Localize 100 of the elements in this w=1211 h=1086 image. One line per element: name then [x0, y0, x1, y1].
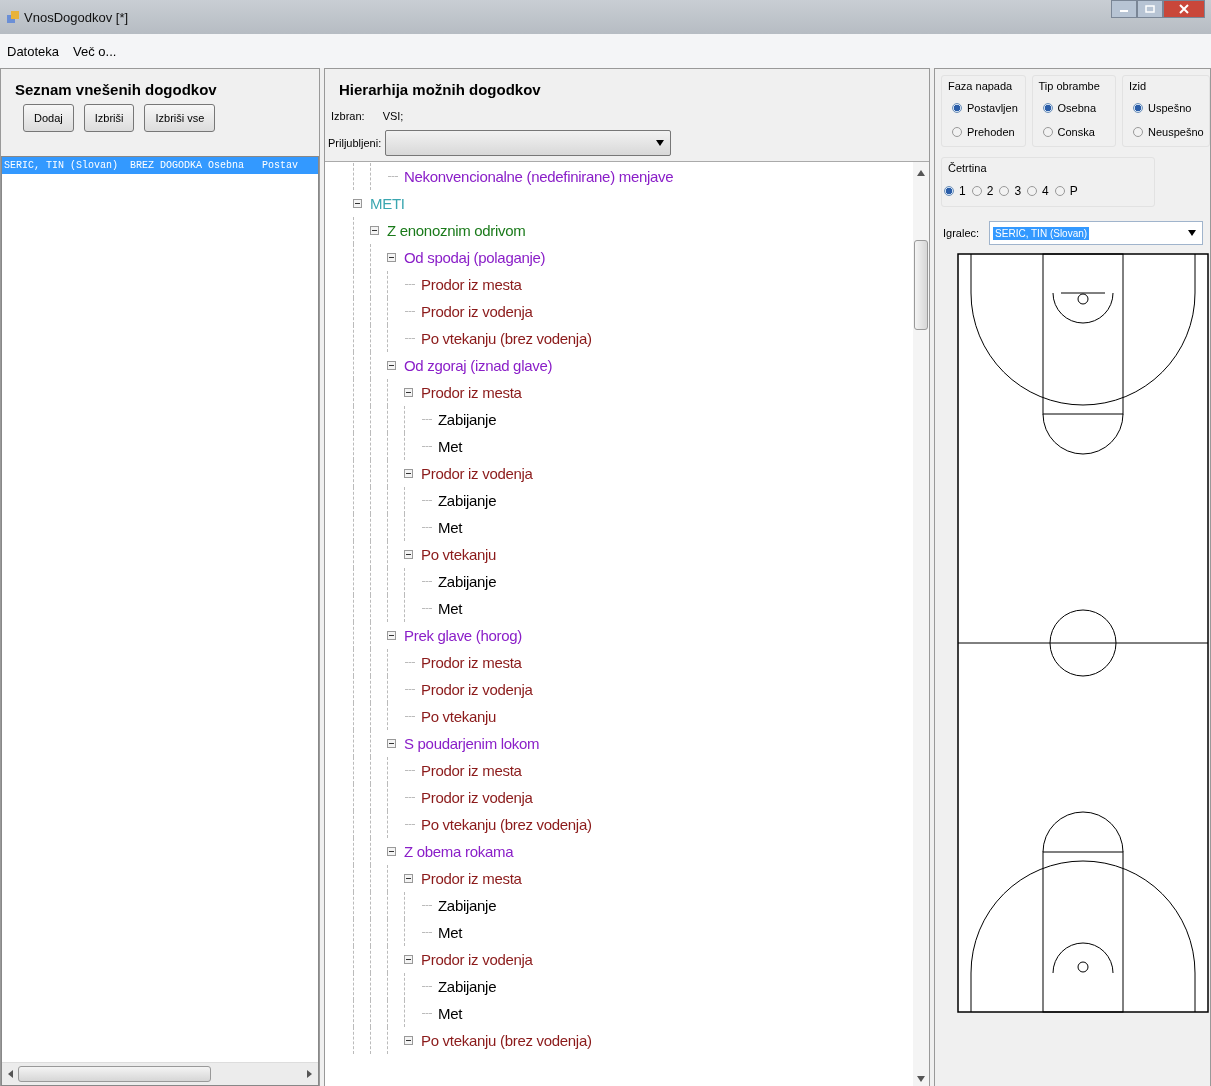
radio-label: Conska — [1057, 126, 1095, 138]
tree-item[interactable]: Prodor iz vodenja — [421, 789, 533, 806]
court-drawing[interactable] — [957, 253, 1209, 1013]
radio-label: 4 — [1042, 184, 1049, 198]
collapse-icon[interactable] — [387, 847, 396, 856]
tree-item[interactable]: Prodor iz vodenja — [421, 951, 533, 968]
radio-button[interactable] — [952, 103, 962, 113]
selected-label: Izbran: — [331, 110, 365, 122]
tree-item[interactable]: Prodor iz vodenja — [421, 465, 533, 482]
collapse-icon[interactable] — [404, 469, 413, 478]
scroll-right-icon[interactable] — [306, 1070, 312, 1078]
tree-item[interactable]: Prodor iz mesta — [421, 276, 522, 293]
group-title: Faza napada — [948, 80, 1014, 92]
scroll-down-icon[interactable] — [917, 1076, 925, 1082]
tree-item[interactable]: Met — [438, 1005, 463, 1022]
maximize-icon — [1145, 5, 1155, 13]
tree-item[interactable]: Po vtekanju — [421, 708, 497, 725]
radio-button[interactable] — [1027, 186, 1038, 196]
radio-label: P — [1069, 184, 1078, 198]
collapse-icon[interactable] — [387, 253, 396, 262]
collapse-icon[interactable] — [353, 199, 362, 208]
radio-label: 1 — [959, 184, 966, 198]
radio-button[interactable] — [1133, 103, 1143, 113]
radio-button[interactable] — [1042, 103, 1053, 113]
menu-item[interactable]: Datoteka — [7, 43, 60, 59]
group-title: Četrtina — [948, 162, 988, 174]
tree-item[interactable]: Met — [438, 438, 463, 455]
collapse-icon[interactable] — [404, 955, 413, 964]
radio-label: Osebna — [1057, 102, 1097, 114]
tree-item[interactable]: Nekonvencionalne (nedefinirane) menjave — [404, 168, 674, 185]
radio-button[interactable] — [971, 186, 982, 196]
scrollbar-thumb[interactable] — [914, 240, 928, 330]
collapse-icon[interactable] — [387, 361, 396, 370]
tree-item[interactable]: S poudarjenim lokom — [404, 735, 540, 752]
player-label: Igralec: — [943, 227, 980, 239]
collapse-icon[interactable] — [404, 550, 413, 559]
maximize-button[interactable] — [1137, 0, 1163, 18]
dropdown-arrow-icon — [656, 140, 665, 146]
tree-item[interactable]: Prodor iz mesta — [421, 870, 522, 887]
tree-item[interactable]: Z obema rokama — [404, 843, 514, 860]
radio-button[interactable] — [1133, 127, 1143, 137]
toolbar-button[interactable]: Dodaj — [23, 104, 74, 132]
radio-button[interactable] — [944, 186, 954, 196]
tree-item[interactable]: Prodor iz vodenja — [421, 681, 533, 698]
radio-label: Postavljen — [967, 102, 1018, 114]
selected-value: VSI; — [382, 110, 404, 122]
panel-title: Hierarhija možnih dogodkov — [338, 80, 542, 98]
tree-item[interactable]: Po vtekanju (brez vodenja) — [421, 816, 592, 833]
collapse-icon[interactable] — [370, 226, 379, 235]
tree-item[interactable]: Prodor iz mesta — [421, 384, 522, 401]
tree-item[interactable]: Prek glave (horog) — [404, 627, 522, 644]
tree-item[interactable]: Od zgoraj (iznad glave) — [404, 357, 553, 374]
menu-item[interactable]: Več o... — [73, 43, 117, 59]
tree-item[interactable]: Od spodaj (polaganje) — [404, 249, 546, 266]
tree-item[interactable]: Zabijanje — [438, 573, 497, 590]
minimize-button[interactable] — [1111, 0, 1137, 18]
collapse-icon[interactable] — [404, 874, 413, 883]
collapse-icon[interactable] — [404, 1036, 413, 1045]
group-title: Izid — [1129, 80, 1148, 92]
close-icon — [1179, 4, 1189, 14]
tree-item[interactable]: Prodor iz mesta — [421, 762, 522, 779]
tree-item[interactable]: Prodor iz vodenja — [421, 303, 533, 320]
collapse-icon[interactable] — [387, 631, 396, 640]
toolbar-button[interactable]: Izbriši — [83, 104, 135, 132]
toolbar-button[interactable]: Izbriši vse — [144, 104, 216, 132]
tree-item[interactable]: Po vtekanju (brez vodenja) — [421, 1032, 592, 1049]
scrollbar-thumb[interactable] — [18, 1066, 212, 1082]
tree-item[interactable]: Met — [438, 519, 463, 536]
favorites-dropdown[interactable] — [385, 130, 672, 156]
tree-item[interactable]: Po vtekanju — [421, 546, 497, 563]
dropdown-arrow-icon — [1188, 230, 1197, 236]
radio-label: Uspešno — [1148, 102, 1192, 114]
favorites-label: Priljubljeni: — [328, 137, 382, 149]
radio-button[interactable] — [999, 186, 1010, 196]
radio-label: Prehoden — [967, 126, 1015, 138]
tree-item[interactable]: Met — [438, 600, 463, 617]
horizontal-scrollbar[interactable] — [2, 1062, 318, 1085]
tree-item[interactable]: Zabijanje — [438, 411, 497, 428]
group-title: Tip obrambe — [1038, 80, 1101, 92]
collapse-icon[interactable] — [404, 388, 413, 397]
tree-item[interactable]: Z enonoznim odrivom — [387, 222, 526, 239]
scroll-left-icon[interactable] — [8, 1070, 14, 1078]
radio-label: 3 — [1014, 184, 1022, 198]
tree-item[interactable]: Po vtekanju (brez vodenja) — [421, 330, 592, 347]
tree-item[interactable]: Met — [438, 924, 463, 941]
collapse-icon[interactable] — [387, 739, 396, 748]
tree-item[interactable]: Prodor iz mesta — [421, 654, 522, 671]
radio-label: 2 — [986, 184, 994, 198]
vertical-scrollbar[interactable] — [913, 162, 929, 1086]
radio-button[interactable] — [1042, 127, 1053, 137]
radio-button[interactable] — [952, 127, 962, 137]
radio-button[interactable] — [1054, 186, 1065, 196]
panel-title: Seznam vnešenih dogodkov — [14, 80, 218, 98]
tree-item[interactable]: Zabijanje — [438, 492, 497, 509]
radio-label: Neuspešno — [1148, 126, 1204, 138]
close-button[interactable] — [1163, 0, 1205, 18]
scroll-up-icon[interactable] — [917, 170, 925, 176]
tree-item[interactable]: Zabijanje — [438, 978, 497, 995]
window-title: VnosDogodkov [*] — [24, 9, 129, 25]
tree-item[interactable]: Zabijanje — [438, 897, 497, 914]
